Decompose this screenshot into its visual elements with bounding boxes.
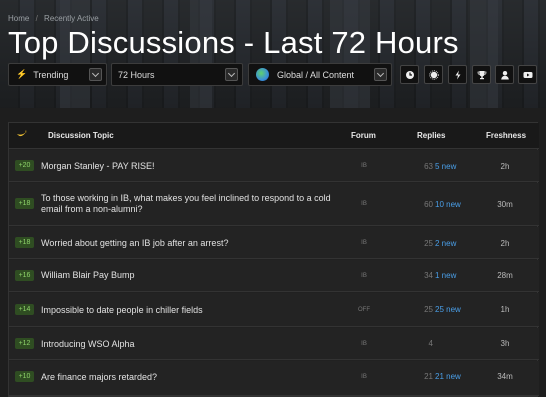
forum-tag[interactable]: IB xyxy=(351,341,377,347)
background-building xyxy=(470,0,498,108)
reply-count: 25 xyxy=(424,305,433,314)
star-icon[interactable] xyxy=(424,65,443,84)
breadcrumb-separator: / xyxy=(35,14,38,23)
forum-tag[interactable]: IB xyxy=(351,163,377,169)
user-icon[interactable] xyxy=(495,65,514,84)
scope-select-value: Global / All Content xyxy=(277,69,355,80)
breadcrumb-recently-active[interactable]: Recently Active xyxy=(44,14,99,23)
new-replies-link[interactable]: 5 new xyxy=(435,162,456,171)
clock-icon[interactable] xyxy=(400,65,419,84)
freshness-value[interactable]: 30m xyxy=(485,200,525,209)
topic-link[interactable]: Morgan Stanley - PAY RISE! xyxy=(41,161,341,172)
new-replies-link[interactable]: 10 new xyxy=(435,200,461,209)
topic-link[interactable]: Are finance majors retarded? xyxy=(41,372,341,383)
score-badge: +18 xyxy=(15,237,34,248)
table-row[interactable]: +18 To those working in IB, what makes y… xyxy=(9,183,539,226)
score-badge: +14 xyxy=(15,304,34,315)
score-badge: +10 xyxy=(15,371,34,382)
new-replies-link[interactable]: 25 new xyxy=(435,305,461,314)
timeframe-select[interactable]: 72 Hours xyxy=(111,63,243,86)
forum-tag[interactable]: IB xyxy=(351,273,377,279)
forum-tag[interactable]: IB xyxy=(351,201,377,207)
freshness-value[interactable]: 2h xyxy=(485,239,525,248)
globe-icon xyxy=(256,68,269,81)
freshness-value[interactable]: 1h xyxy=(485,305,525,314)
reply-count: 25 xyxy=(424,239,433,248)
topic-link[interactable]: Impossible to date people in chiller fie… xyxy=(41,305,341,316)
chevron-down-icon xyxy=(374,68,387,81)
chevron-down-icon xyxy=(89,68,102,81)
new-replies-link[interactable]: 1 new xyxy=(435,271,456,280)
timeframe-select-value: 72 Hours xyxy=(118,69,155,80)
breadcrumb-home[interactable]: Home xyxy=(8,14,29,23)
table-row[interactable]: +18 Worried about getting an IB job afte… xyxy=(9,227,539,259)
table-row[interactable]: +20 Morgan Stanley - PAY RISE! IB 63 5 n… xyxy=(9,150,539,182)
reply-count: 34 xyxy=(424,271,433,280)
table-row[interactable]: +14 Impossible to date people in chiller… xyxy=(9,293,539,327)
scope-select[interactable]: Global / All Content xyxy=(248,63,392,86)
video-icon[interactable] xyxy=(518,65,537,84)
table-row[interactable]: +10 Are finance majors retarded? IB 21 2… xyxy=(9,361,539,396)
header-forum[interactable]: Forum xyxy=(351,131,376,140)
score-badge: +20 xyxy=(15,160,34,171)
topic-link[interactable]: To those working in IB, what makes you f… xyxy=(41,193,341,215)
discussions-table: Discussion Topic Forum Replies Freshness… xyxy=(8,122,539,397)
reply-count: 4 xyxy=(428,339,433,348)
trophy-icon[interactable] xyxy=(472,65,491,84)
forum-tag[interactable]: OFF xyxy=(351,307,377,313)
header-topic[interactable]: Discussion Topic xyxy=(48,131,114,140)
freshness-value[interactable]: 3h xyxy=(485,339,525,348)
header-freshness[interactable]: Freshness xyxy=(486,131,526,140)
banana-icon xyxy=(16,129,27,142)
score-badge: +16 xyxy=(15,270,34,281)
forum-tag[interactable]: IB xyxy=(351,374,377,380)
sort-select-value: Trending xyxy=(33,69,69,80)
topic-link[interactable]: Introducing WSO Alpha xyxy=(41,339,341,350)
forum-tag[interactable]: IB xyxy=(351,240,377,246)
table-row[interactable]: +16 William Blair Pay Bump IB 34 1 new 2… xyxy=(9,260,539,292)
bolt-icon: ⚡ xyxy=(16,69,28,79)
new-replies-link[interactable]: 21 new xyxy=(435,372,461,381)
topic-link[interactable]: Worried about getting an IB job after an… xyxy=(41,238,341,249)
reply-count: 60 xyxy=(424,200,433,209)
table-row[interactable]: +12 Introducing WSO Alpha IB 4 3h xyxy=(9,328,539,360)
header-replies[interactable]: Replies xyxy=(417,131,445,140)
freshness-value[interactable]: 34m xyxy=(485,372,525,381)
freshness-value[interactable]: 2h xyxy=(485,162,525,171)
freshness-value[interactable]: 28m xyxy=(485,271,525,280)
reply-count: 63 xyxy=(424,162,433,171)
page-title: Top Discussions - Last 72 Hours xyxy=(8,25,459,60)
chevron-down-icon xyxy=(225,68,238,81)
sort-select[interactable]: ⚡ Trending xyxy=(8,63,107,86)
breadcrumb: Home / Recently Active xyxy=(8,14,103,23)
reply-count: 21 xyxy=(424,372,433,381)
topic-link[interactable]: William Blair Pay Bump xyxy=(41,270,341,281)
table-header: Discussion Topic Forum Replies Freshness xyxy=(9,123,539,149)
bolt-icon[interactable] xyxy=(448,65,467,84)
score-badge: +12 xyxy=(15,338,34,349)
score-badge: +18 xyxy=(15,198,34,209)
new-replies-link[interactable]: 2 new xyxy=(435,239,456,248)
